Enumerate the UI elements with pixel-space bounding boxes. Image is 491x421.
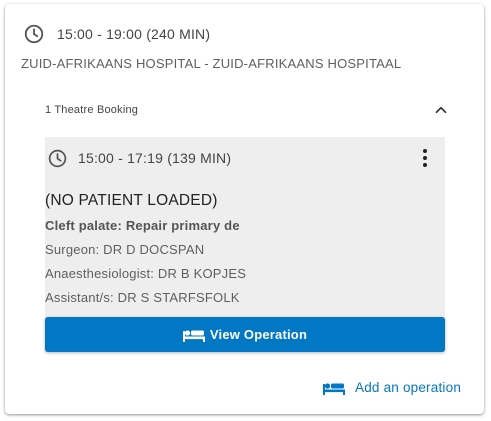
- operation-panel: 15:00 - 17:19 (139 MIN) (NO PATIENT LOAD…: [45, 137, 445, 352]
- hospital-bed-icon: [182, 329, 205, 342]
- chevron-up-icon[interactable]: [432, 101, 450, 119]
- anaesthesiologist-label: Anaesthesiologist: DR B KOPJES: [45, 266, 247, 281]
- booking-count-label: 1 Theatre Booking: [45, 104, 139, 116]
- view-operation-label: View Operation: [209, 327, 308, 342]
- theatre-booking-header: 1 Theatre Booking: [45, 101, 455, 123]
- operation-time-row: 15:00 - 17:19 (139 MIN): [47, 147, 231, 169]
- patient-name: (NO PATIENT LOADED): [45, 192, 218, 209]
- surgeon-label: Surgeon: DR D DOCSPAN: [45, 242, 205, 257]
- add-operation-link[interactable]: Add an operation: [323, 380, 461, 395]
- slot-time-row: 15:00 - 19:00 (240 MIN): [23, 23, 210, 45]
- hospital-bed-icon: [323, 382, 345, 395]
- procedure-name: Cleft palate: Repair primary de: [45, 218, 240, 233]
- operation-time-range: 15:00 - 17:19 (139 MIN): [78, 150, 232, 166]
- slot-time-range: 15:00 - 19:00 (240 MIN): [57, 26, 211, 42]
- more-vert-icon[interactable]: [417, 147, 433, 169]
- clock-icon: [24, 24, 44, 44]
- assistants-label: Assistant/s: DR S STARFSFOLK: [45, 290, 240, 305]
- add-operation-label: Add an operation: [355, 380, 462, 395]
- hospital-name: ZUID-AFRIKAANS HOSPITAL - ZUID-AFRIKAANS…: [21, 56, 402, 71]
- theatre-slot-card: 15:00 - 19:00 (240 MIN) ZUID-AFRIKAANS H…: [5, 4, 484, 414]
- view-operation-button[interactable]: View Operation: [45, 317, 445, 352]
- clock-icon: [48, 149, 67, 167]
